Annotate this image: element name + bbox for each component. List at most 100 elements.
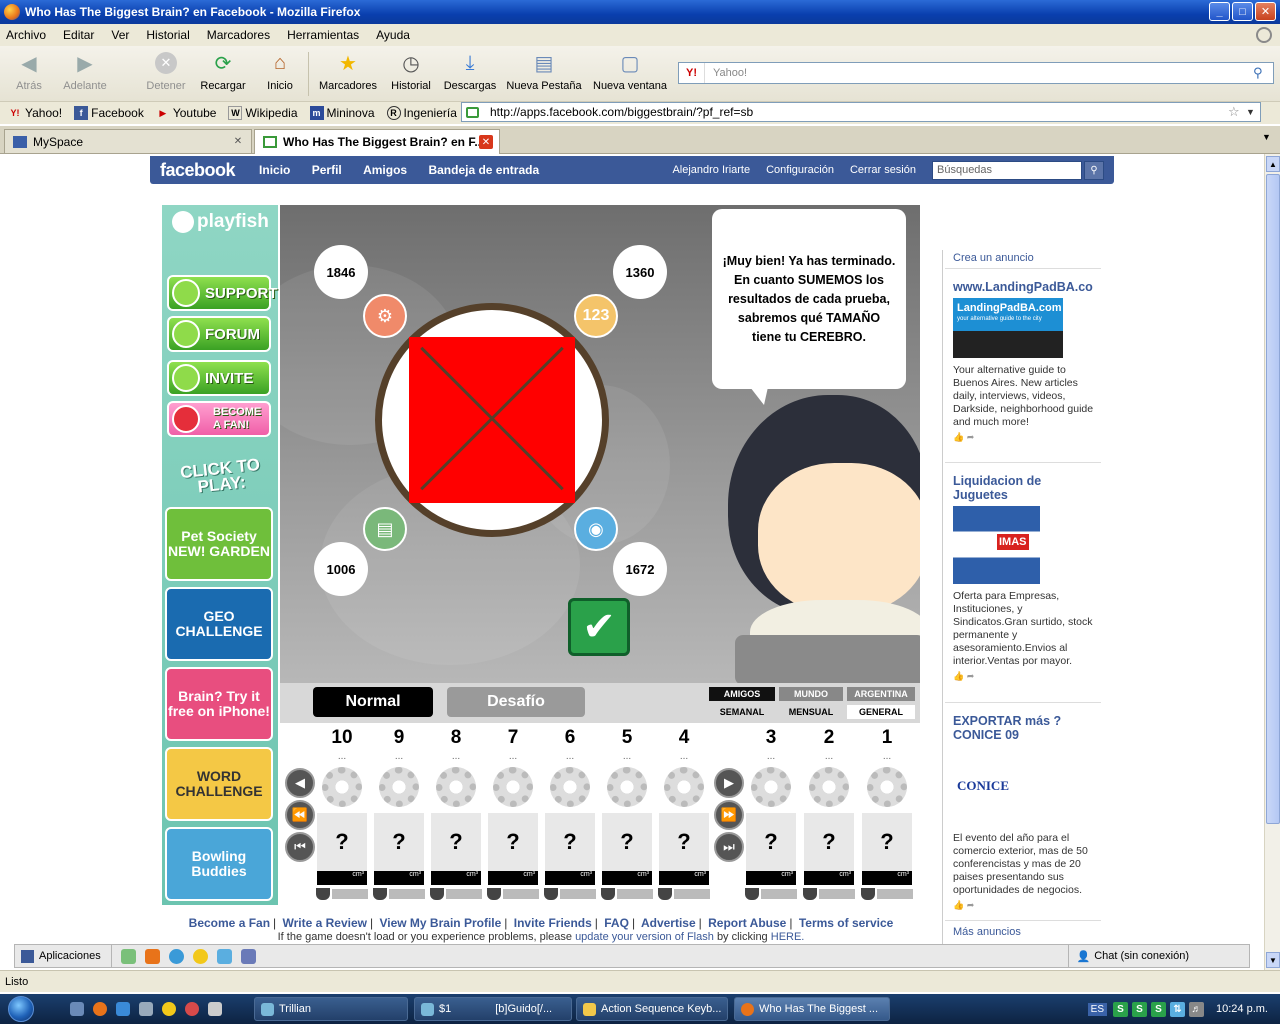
scroll-right-icon[interactable]: ▶ — [714, 768, 744, 798]
bookmark-yahoo[interactable]: Y! Yahoo! — [8, 106, 63, 120]
tray-s-icon[interactable]: S — [1151, 1001, 1167, 1017]
url-text[interactable]: http://apps.facebook.com/biggestbrain/?p… — [482, 105, 1228, 119]
mode-normal-tab[interactable]: Normal — [313, 687, 433, 717]
filter-country-tab[interactable]: ARGENTINA — [847, 687, 915, 701]
url-bar[interactable]: http://apps.facebook.com/biggestbrain/?p… — [461, 102, 1261, 122]
become-fan-link[interactable]: Become a Fan — [189, 916, 270, 930]
page-scrollbar[interactable]: ▲ ▼ — [1264, 154, 1280, 970]
chat-button[interactable]: 👤 Chat (sin conexión) — [1067, 945, 1189, 967]
here-link[interactable]: HERE. — [771, 931, 805, 943]
scroll-down-icon[interactable]: ▼ — [1266, 952, 1280, 968]
fb-logout-link[interactable]: Cerrar sesión — [850, 164, 916, 176]
update-flash-link[interactable]: update your version of Flash — [575, 931, 714, 943]
check-button[interactable]: ✔ — [568, 598, 630, 656]
volume-icon[interactable]: ♬ — [1189, 1001, 1205, 1017]
ad-title[interactable]: Liquidacion de Juguetes — [953, 474, 1098, 502]
history-button[interactable]: ◷ Historial — [388, 50, 434, 93]
brain-profile-link[interactable]: View My Brain Profile — [379, 916, 501, 930]
reload-button[interactable]: ⟳ Recargar — [198, 50, 248, 93]
ad-landingpad[interactable]: www.LandingPadBA.co LandingPadBA.com you… — [953, 280, 1098, 443]
ad-like-icons[interactable]: 👍 ➦ — [953, 671, 1098, 682]
bookmark-facebook[interactable]: f Facebook — [74, 106, 144, 120]
advertise-link[interactable]: Advertise — [641, 916, 696, 930]
ad-image[interactable]: CONICE — [953, 746, 1013, 826]
quicklaunch-icon[interactable] — [139, 1002, 153, 1016]
firefox-quicklaunch-icon[interactable] — [93, 1002, 107, 1016]
ad-title[interactable]: www.LandingPadBA.co — [953, 280, 1098, 294]
period-general-tab[interactable]: GENERAL — [847, 705, 915, 719]
period-weekly-tab[interactable]: SEMANAL — [709, 705, 775, 719]
taskbar-trillian[interactable]: Trillian — [254, 997, 408, 1021]
quicklaunch-icon[interactable] — [185, 1002, 199, 1016]
create-ad-link[interactable]: Crea un anuncio — [953, 252, 1034, 264]
filter-friends-tab[interactable]: AMIGOS — [709, 687, 775, 701]
new-window-button[interactable]: ▢ Nueva ventana — [590, 50, 670, 93]
forum-button[interactable]: FORUM — [167, 316, 271, 352]
report-abuse-link[interactable]: Report Abuse — [708, 916, 786, 930]
app-shortcut-icon[interactable] — [240, 948, 256, 964]
app-shortcut-icon[interactable] — [192, 948, 208, 964]
game-canvas[interactable]: 1846 1360 1006 1672 ⚙ 123 ▤ ◉ ✔ ¡Muy bie… — [280, 205, 920, 905]
quicklaunch-icon[interactable] — [208, 1002, 222, 1016]
app-shortcut-icon[interactable] — [168, 948, 184, 964]
menu-ayuda[interactable]: Ayuda — [376, 28, 410, 42]
support-button[interactable]: SUPPORT — [167, 275, 278, 311]
fb-nav-bandeja[interactable]: Bandeja de entrada — [428, 163, 539, 177]
game-word-challenge[interactable]: WORD CHALLENGE — [165, 747, 273, 821]
bookmark-mininova[interactable]: m Mininova — [309, 106, 375, 120]
invite-friends-link[interactable]: Invite Friends — [514, 916, 592, 930]
tray-s-icon[interactable]: S — [1113, 1001, 1129, 1017]
game-geo-challenge[interactable]: GEO CHALLENGE — [165, 587, 273, 661]
url-dropdown-icon[interactable]: ▼ — [1246, 107, 1260, 117]
bookmark-wikipedia[interactable]: W Wikipedia — [228, 106, 298, 120]
taskbar-chat[interactable]: $1 [b]Guido[/... — [414, 997, 572, 1021]
fb-user-link[interactable]: Alejandro Iriarte — [672, 164, 750, 176]
home-button[interactable]: ⌂ Inicio — [260, 50, 300, 93]
ad-like-icons[interactable]: 👍 ➦ — [953, 432, 1098, 443]
fb-nav-inicio[interactable]: Inicio — [259, 163, 290, 177]
minimize-button[interactable]: _ — [1209, 2, 1230, 21]
tab-biggest-brain[interactable]: Who Has The Biggest Brain? en F... ✕ — [254, 129, 500, 154]
menu-editar[interactable]: Editar — [63, 28, 94, 42]
menu-ver[interactable]: Ver — [111, 28, 129, 42]
scrollbar-thumb[interactable] — [1266, 174, 1280, 824]
quicklaunch-icon[interactable] — [162, 1002, 176, 1016]
mode-challenge-tab[interactable]: Desafío — [447, 687, 585, 717]
applications-button[interactable]: Aplicaciones — [15, 945, 112, 967]
close-tab-icon[interactable]: ✕ — [479, 135, 493, 149]
first-page-icon[interactable]: ⏮ — [285, 832, 315, 862]
stop-button[interactable]: ✕ Detener — [142, 50, 190, 92]
app-shortcut-icon[interactable] — [144, 948, 160, 964]
fast-forward-icon[interactable]: ⏩ — [714, 800, 744, 830]
facebook-logo[interactable]: facebook — [160, 160, 236, 181]
become-fan-button[interactable]: BECOME A FAN! — [167, 401, 271, 437]
menu-historial[interactable]: Historial — [146, 28, 189, 42]
forward-button[interactable]: ▶ Adelante — [60, 50, 110, 93]
bookmark-youtube[interactable]: ▶ Youtube — [156, 106, 216, 120]
fb-settings-link[interactable]: Configuración — [766, 164, 834, 176]
fb-search-input[interactable]: Búsquedas — [932, 160, 1082, 180]
ad-like-icons[interactable]: 👍 ➦ — [953, 900, 1098, 911]
ie-quicklaunch-icon[interactable] — [116, 1002, 130, 1016]
close-window-button[interactable]: ✕ — [1255, 2, 1276, 21]
search-icon[interactable]: ⚲ — [1253, 65, 1273, 81]
show-desktop-icon[interactable] — [70, 1002, 84, 1016]
tab-myspace[interactable]: MySpace ✕ — [4, 129, 252, 153]
start-button[interactable] — [0, 994, 40, 1024]
game-pet-society[interactable]: Pet Society NEW! GARDEN — [165, 507, 273, 581]
playfish-logo[interactable]: playfish — [172, 211, 269, 233]
app-shortcut-icon[interactable] — [216, 948, 232, 964]
tray-s-icon[interactable]: S — [1132, 1001, 1148, 1017]
ad-title[interactable]: EXPORTAR más ? CONICE 09 — [953, 714, 1098, 742]
bookmark-star-icon[interactable]: ☆ — [1228, 104, 1246, 120]
fb-search-icon[interactable]: ⚲ — [1084, 160, 1104, 180]
language-indicator[interactable]: ES — [1087, 1002, 1108, 1016]
ad-image[interactable]: IMAS — [953, 506, 1040, 584]
fb-nav-perfil[interactable]: Perfil — [312, 163, 342, 177]
clock[interactable]: 10:24 p.m. — [1216, 1003, 1268, 1015]
game-brain-iphone[interactable]: Brain? Try it free on iPhone! — [165, 667, 273, 741]
maximize-button[interactable]: □ — [1232, 2, 1253, 21]
menu-herramientas[interactable]: Herramientas — [287, 28, 359, 42]
write-review-link[interactable]: Write a Review — [283, 916, 367, 930]
app-shortcut-icon[interactable] — [120, 948, 136, 964]
